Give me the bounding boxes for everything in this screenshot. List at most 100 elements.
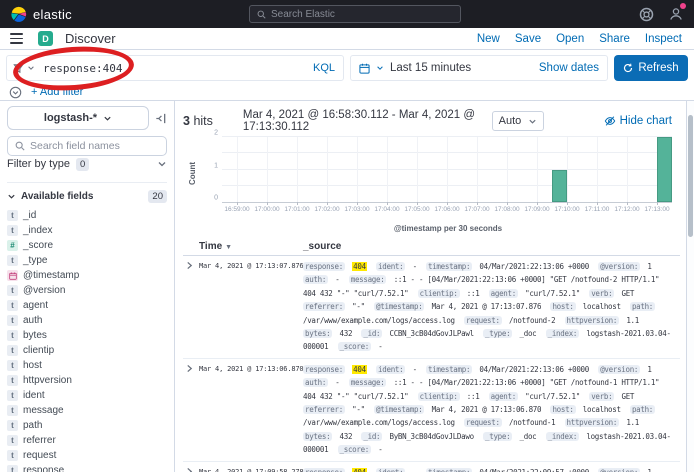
field-name-chip: @version:: [598, 262, 640, 271]
query-text[interactable]: response:404: [43, 62, 313, 75]
user-avatar[interactable]: [668, 6, 684, 22]
field-name-chip: @timestamp:: [374, 405, 424, 414]
filter-by-type-toggle[interactable]: Filter by type 0: [7, 164, 167, 183]
field-item-referrer[interactable]: treferrer: [7, 433, 167, 448]
y-axis-label: Count: [188, 162, 197, 185]
doc-time: Mar 4, 2021 @ 17:09:58.278: [199, 466, 303, 472]
field-type-string-icon: t: [7, 285, 18, 296]
show-dates-button[interactable]: Show dates: [539, 62, 599, 74]
inspect-button[interactable]: Inspect: [645, 33, 682, 45]
query-input[interactable]: response:404 KQL: [6, 55, 344, 81]
field-name-chip: ident:: [376, 262, 405, 271]
histogram-bar-17:13:00[interactable]: [657, 137, 672, 202]
field-item-request[interactable]: trequest: [7, 448, 167, 463]
field-item-message[interactable]: tmessage: [7, 403, 167, 418]
refresh-button[interactable]: Refresh: [614, 55, 688, 81]
help-icon[interactable]: [639, 7, 654, 22]
field-value: 04/Mar/2021:22:13:06 +0000: [479, 365, 589, 374]
field-value: /var/www/example.com/logs/access.log: [303, 418, 455, 427]
sort-desc-icon: ▼: [225, 244, 232, 251]
field-item-_index[interactable]: t_index: [7, 223, 167, 238]
gridline: [417, 137, 418, 202]
save-button[interactable]: Save: [515, 33, 541, 45]
field-item-_id[interactable]: t_id: [7, 208, 167, 223]
field-type-string-icon: t: [7, 315, 18, 326]
filter-options-icon[interactable]: [9, 86, 22, 99]
query-language-button[interactable]: KQL: [313, 62, 335, 74]
field-name-chip: _index:: [546, 432, 580, 441]
field-name-chip: agent:: [489, 289, 518, 298]
results-panel: 3 hits Mar 4, 2021 @ 16:58:30.112 - Mar …: [175, 101, 686, 472]
gridline: [447, 137, 448, 202]
field-item-host[interactable]: thost: [7, 358, 167, 373]
field-name-chip: httpversion:: [565, 418, 620, 427]
chart-plot[interactable]: 01216:59:0017:00:0017:01:0017:02:0017:03…: [222, 137, 672, 203]
global-search-input[interactable]: Search Elastic: [249, 5, 461, 23]
filter-bar: + Add filter: [6, 84, 688, 100]
time-range-display: Mar 4, 2021 @ 16:58:30.112 - Mar 4, 2021…: [213, 109, 492, 133]
field-item-response[interactable]: tresponse: [7, 463, 167, 472]
field-name-chip: @version:: [598, 365, 640, 374]
field-type-string-icon: t: [7, 435, 18, 446]
field-item-_score[interactable]: #_score: [7, 238, 167, 253]
field-value: localhost: [583, 405, 621, 414]
field-value: Mar 4, 2021 @ 17:13:07.876: [432, 302, 542, 311]
histogram-bar-17:09:30[interactable]: [552, 170, 567, 203]
field-name-chip: @version:: [598, 468, 640, 472]
x-tick-label: 17:04:00: [374, 206, 399, 213]
available-fields-toggle[interactable]: Available fields 20: [7, 190, 167, 203]
field-item-@timestamp[interactable]: @timestamp: [7, 268, 167, 283]
field-item-agent[interactable]: tagent: [7, 298, 167, 313]
field-item-clientip[interactable]: tclientip: [7, 343, 167, 358]
field-name: bytes: [23, 330, 47, 341]
field-item-_type[interactable]: t_type: [7, 253, 167, 268]
x-tick-mark: [597, 202, 598, 205]
field-item-ident[interactable]: tident: [7, 388, 167, 403]
doc-time: Mar 4, 2021 @ 17:13:07.876: [199, 260, 303, 354]
field-item-auth[interactable]: tauth: [7, 313, 167, 328]
time-range-value[interactable]: Last 15 minutes: [390, 62, 533, 74]
doc-time: Mar 4, 2021 @ 17:13:06.870: [199, 363, 303, 457]
share-button[interactable]: Share: [599, 33, 630, 45]
field-value: localhost: [583, 302, 621, 311]
expand-row-icon[interactable]: [183, 363, 199, 457]
field-name: _score: [23, 240, 53, 251]
field-name-chip: path:: [630, 405, 655, 414]
collapse-sidebar-icon[interactable]: [154, 112, 167, 125]
field-name-chip: clientip:: [418, 392, 460, 401]
field-item-path[interactable]: tpath: [7, 418, 167, 433]
time-column-header[interactable]: Time▼: [199, 241, 303, 252]
field-value: -: [335, 275, 339, 284]
field-item-httpversion[interactable]: thttpversion: [7, 373, 167, 388]
expand-row-icon[interactable]: [183, 466, 199, 472]
field-value: 432: [340, 329, 353, 338]
field-name-chip: _id:: [361, 329, 382, 338]
field-type-date-icon: [7, 270, 18, 281]
field-name-chip: referrer:: [303, 302, 345, 311]
field-item-bytes[interactable]: tbytes: [7, 328, 167, 343]
field-name-chip: agent:: [489, 392, 518, 401]
x-tick-mark: [567, 202, 568, 205]
saved-query-menu-button[interactable]: [13, 63, 43, 74]
expand-row-icon[interactable]: [183, 260, 199, 354]
new-button[interactable]: New: [477, 33, 500, 45]
field-name: agent: [23, 300, 48, 311]
scrollbar-thumb[interactable]: [688, 115, 693, 237]
gridline: [387, 137, 388, 202]
add-filter-button[interactable]: + Add filter: [31, 86, 83, 98]
field-value: -: [335, 378, 339, 387]
open-button[interactable]: Open: [556, 33, 584, 45]
elastic-logo[interactable]: elastic: [10, 6, 72, 23]
histogram-interval-select[interactable]: Auto: [492, 111, 544, 131]
field-search-input[interactable]: Search field names: [7, 136, 167, 156]
menu-icon[interactable]: [10, 33, 23, 43]
date-picker[interactable]: Last 15 minutes Show dates: [350, 55, 608, 81]
index-pattern-select[interactable]: logstash-*: [7, 106, 149, 130]
table-header: Time▼ _source: [183, 241, 680, 256]
field-item-@version[interactable]: t@version: [7, 283, 167, 298]
field-value: /notfound-1: [509, 418, 555, 427]
field-value: _doc: [520, 432, 537, 441]
field-name-chip: response:: [303, 262, 345, 271]
hide-chart-button[interactable]: Hide chart: [604, 115, 672, 127]
field-value: -: [378, 445, 382, 454]
